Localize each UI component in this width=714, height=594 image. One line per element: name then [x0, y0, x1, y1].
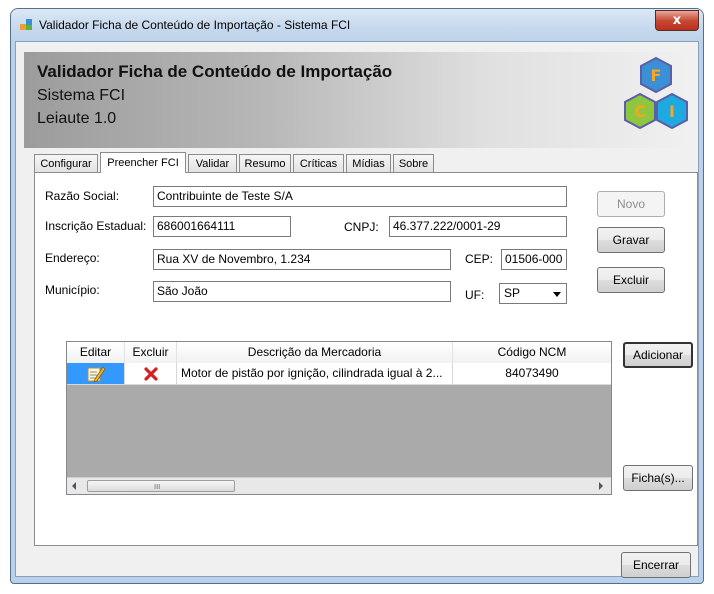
novo-button[interactable]: Novo — [597, 191, 665, 217]
logo-letter-f: F — [651, 66, 662, 85]
close-window-button[interactable]: x — [655, 10, 699, 31]
preencher-fci-panel: Razão Social: Contribuinte de Teste S/A … — [34, 172, 698, 546]
inscricao-estadual-label: Inscrição Estadual: — [45, 219, 147, 233]
column-header-editar[interactable]: Editar — [67, 342, 125, 363]
codigo-ncm-cell: 84073490 — [453, 363, 611, 385]
title-bar[interactable]: Validador Ficha de Conteúdo de Importaçã… — [11, 9, 703, 43]
uf-select[interactable]: SP — [499, 283, 567, 304]
header-banner: Validador Ficha de Conteúdo de Importaçã… — [24, 52, 690, 148]
fci-logo-icon: F C I — [624, 56, 688, 130]
tab-configurar[interactable]: Configurar — [34, 154, 98, 172]
encerrar-button[interactable]: Encerrar — [621, 552, 691, 578]
logo-letter-c: C — [634, 102, 646, 121]
window-title: Validador Ficha de Conteúdo de Importaçã… — [39, 18, 351, 32]
column-header-excluir[interactable]: Excluir — [125, 342, 177, 363]
delete-x-icon[interactable] — [144, 367, 158, 381]
grid-horizontal-scrollbar[interactable]: III — [67, 477, 611, 494]
grid-header: Editar Excluir Descrição da Mercadoria C… — [67, 342, 611, 364]
scroll-left-icon[interactable] — [72, 482, 76, 490]
tab-resumo[interactable]: Resumo — [239, 154, 291, 172]
tab-sobre[interactable]: Sobre — [393, 154, 434, 172]
main-window: Validador Ficha de Conteúdo de Importaçã… — [10, 8, 704, 584]
table-row[interactable]: Motor de pistão por ignição, cilindrada … — [67, 363, 611, 385]
fichas-button[interactable]: Ficha(s)... — [623, 465, 693, 491]
column-header-codigo-ncm[interactable]: Código NCM — [453, 342, 611, 363]
tab-midias[interactable]: Mídias — [346, 154, 391, 172]
header-version: Leiaute 1.0 — [37, 110, 117, 127]
window-app-icon — [20, 19, 32, 30]
cep-label: CEP: — [465, 252, 494, 266]
header-title: Validador Ficha de Conteúdo de Importaçã… — [37, 62, 393, 81]
chevron-down-icon[interactable] — [553, 292, 561, 297]
tab-validar[interactable]: Validar — [188, 154, 237, 172]
cnpj-label: CNPJ: — [344, 220, 379, 234]
logo-letter-i: I — [669, 102, 675, 121]
header-subtitle: Sistema FCI — [37, 87, 126, 104]
cep-input[interactable]: 01506-000 — [501, 249, 567, 270]
municipio-label: Município: — [45, 283, 100, 297]
gravar-button[interactable]: Gravar — [597, 227, 665, 253]
column-header-descricao[interactable]: Descrição da Mercadoria — [177, 342, 453, 363]
razao-social-input[interactable]: Contribuinte de Teste S/A — [153, 186, 567, 207]
tab-criticas[interactable]: Críticas — [293, 154, 344, 172]
inscricao-estadual-input[interactable]: 686001664111 — [153, 216, 291, 237]
endereco-label: Endereço: — [45, 251, 100, 265]
mercadorias-grid[interactable]: Editar Excluir Descrição da Mercadoria C… — [66, 341, 612, 495]
uf-label: UF: — [465, 288, 485, 302]
uf-select-value: SP — [504, 286, 521, 300]
edit-icon[interactable] — [86, 365, 106, 383]
adicionar-button[interactable]: Adicionar — [623, 342, 693, 368]
tab-preencher-fci[interactable]: Preencher FCI — [100, 152, 186, 173]
excluir-button[interactable]: Excluir — [597, 267, 665, 293]
razao-social-label: Razão Social: — [45, 189, 120, 203]
delete-cell[interactable] — [125, 363, 177, 385]
municipio-input[interactable]: São João — [153, 281, 451, 302]
client-area: Validador Ficha de Conteúdo de Importaçã… — [15, 41, 699, 578]
scroll-right-icon[interactable] — [599, 482, 603, 490]
cnpj-input[interactable]: 46.377.222/0001-29 — [389, 216, 567, 237]
descricao-cell: Motor de pistão por ignição, cilindrada … — [177, 363, 453, 385]
edit-cell[interactable] — [67, 363, 125, 385]
scroll-thumb[interactable]: III — [87, 480, 235, 492]
endereco-input[interactable]: Rua XV de Novembro, 1.234 — [153, 249, 451, 270]
scroll-grip: III — [154, 483, 161, 491]
